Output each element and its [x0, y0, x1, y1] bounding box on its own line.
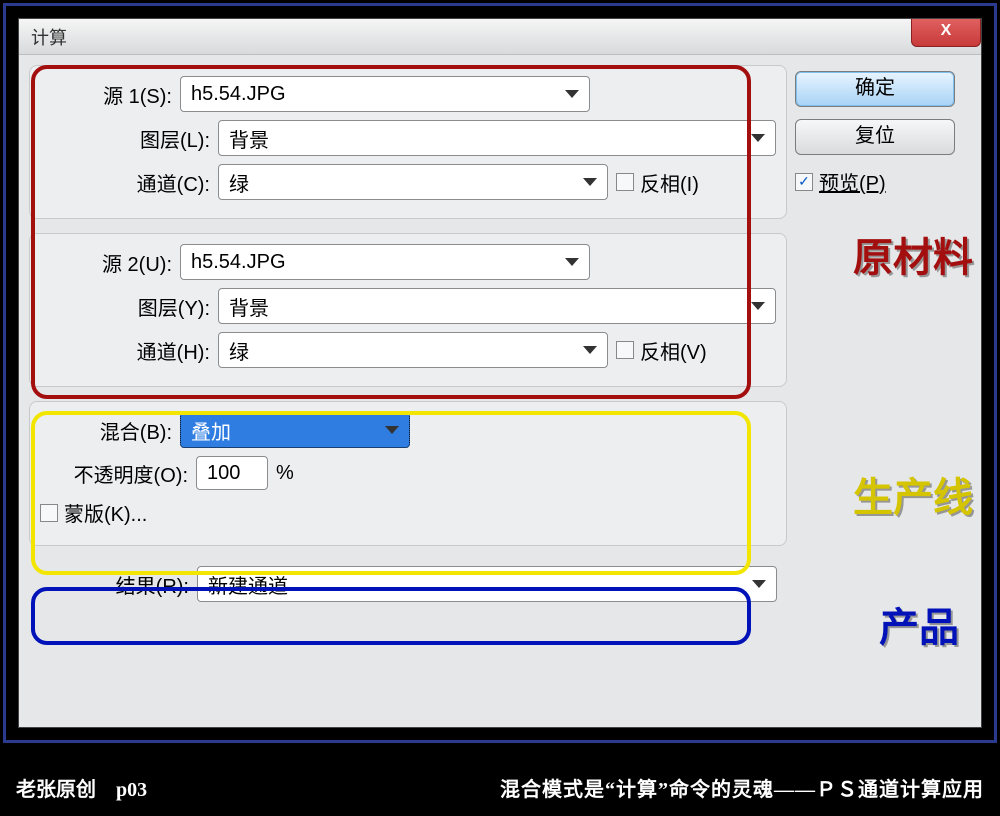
chevron-down-icon: [751, 302, 765, 310]
result-select[interactable]: 新建通道: [197, 566, 777, 602]
source2-layer-label: 图层(Y):: [40, 292, 210, 321]
source2-select[interactable]: h5.54.JPG: [180, 244, 590, 280]
source1-invert-checkbox[interactable]: [616, 173, 634, 191]
check-icon: ✓: [798, 173, 810, 190]
source1-layer-value: 背景: [229, 124, 269, 153]
group-source2: 源 2(U): h5.54.JPG 图层(Y): 背景: [29, 233, 787, 387]
source1-value: h5.54.JPG: [191, 83, 286, 106]
source1-select[interactable]: h5.54.JPG: [180, 76, 590, 112]
source2-invert-checkbox[interactable]: [616, 341, 634, 359]
source2-channel-select[interactable]: 绿: [218, 332, 608, 368]
chevron-down-icon: [583, 178, 597, 186]
blend-label: 混合(B):: [40, 416, 172, 445]
blend-mode-value: 叠加: [191, 416, 231, 445]
source1-channel-select[interactable]: 绿: [218, 164, 608, 200]
footer-caption: 混合模式是“计算”命令的灵魂——ＰＳ通道计算应用: [500, 773, 984, 802]
source1-channel-value: 绿: [229, 168, 249, 197]
annotation-raw: 原材料: [853, 225, 973, 283]
slide-footer: 老张原创 p03 混合模式是“计算”命令的灵魂——ＰＳ通道计算应用: [0, 761, 1000, 813]
source2-channel-label: 通道(H):: [40, 336, 210, 365]
chevron-down-icon: [385, 426, 399, 434]
close-button[interactable]: X: [911, 19, 981, 47]
group-result: 结果(R): 新建通道: [29, 560, 787, 602]
reset-button[interactable]: 复位: [795, 119, 955, 155]
source1-layer-select[interactable]: 背景: [218, 120, 776, 156]
calculations-dialog: 计算 X 源 1(S): h5.54.JPG: [18, 18, 982, 728]
group-blend: 混合(B): 叠加 不透明度(O): % 蒙版(K)...: [29, 401, 787, 546]
chevron-down-icon: [565, 258, 579, 266]
source2-value: h5.54.JPG: [191, 251, 286, 274]
source2-label: 源 2(U):: [40, 248, 172, 277]
mask-checkbox[interactable]: [40, 504, 58, 522]
footer-page: p03: [116, 779, 147, 801]
ok-button-label: 确定: [855, 77, 895, 99]
chevron-down-icon: [752, 580, 766, 588]
source2-layer-select[interactable]: 背景: [218, 288, 776, 324]
chevron-down-icon: [751, 134, 765, 142]
preview-checkbox[interactable]: ✓: [795, 173, 813, 191]
reset-button-label: 复位: [855, 125, 895, 147]
source1-invert-label: 反相(I): [640, 168, 699, 197]
source2-layer-value: 背景: [229, 292, 269, 321]
opacity-input[interactable]: [196, 456, 268, 490]
close-icon: X: [941, 22, 952, 39]
source2-invert-label: 反相(V): [640, 336, 707, 365]
ok-button[interactable]: 确定: [795, 71, 955, 107]
preview-label: 预览(P): [819, 167, 886, 196]
group-source1: 源 1(S): h5.54.JPG 图层(L): 背景: [29, 65, 787, 219]
opacity-suffix: %: [276, 462, 294, 485]
source1-label: 源 1(S):: [40, 80, 172, 109]
annotation-line: 生产线: [853, 465, 973, 523]
source1-channel-label: 通道(C):: [40, 168, 210, 197]
opacity-label: 不透明度(O):: [40, 459, 188, 488]
titlebar[interactable]: 计算 X: [19, 19, 981, 55]
chevron-down-icon: [583, 346, 597, 354]
result-label: 结果(R):: [39, 570, 189, 599]
dialog-title: 计算: [31, 24, 67, 50]
chevron-down-icon: [565, 90, 579, 98]
footer-author: 老张原创: [16, 779, 96, 801]
source1-layer-label: 图层(L):: [40, 124, 210, 153]
source2-channel-value: 绿: [229, 336, 249, 365]
mask-label: 蒙版(K)...: [64, 498, 147, 527]
annotation-product: 产品: [879, 595, 959, 653]
blend-mode-select[interactable]: 叠加: [180, 412, 410, 448]
result-value: 新建通道: [208, 570, 288, 599]
